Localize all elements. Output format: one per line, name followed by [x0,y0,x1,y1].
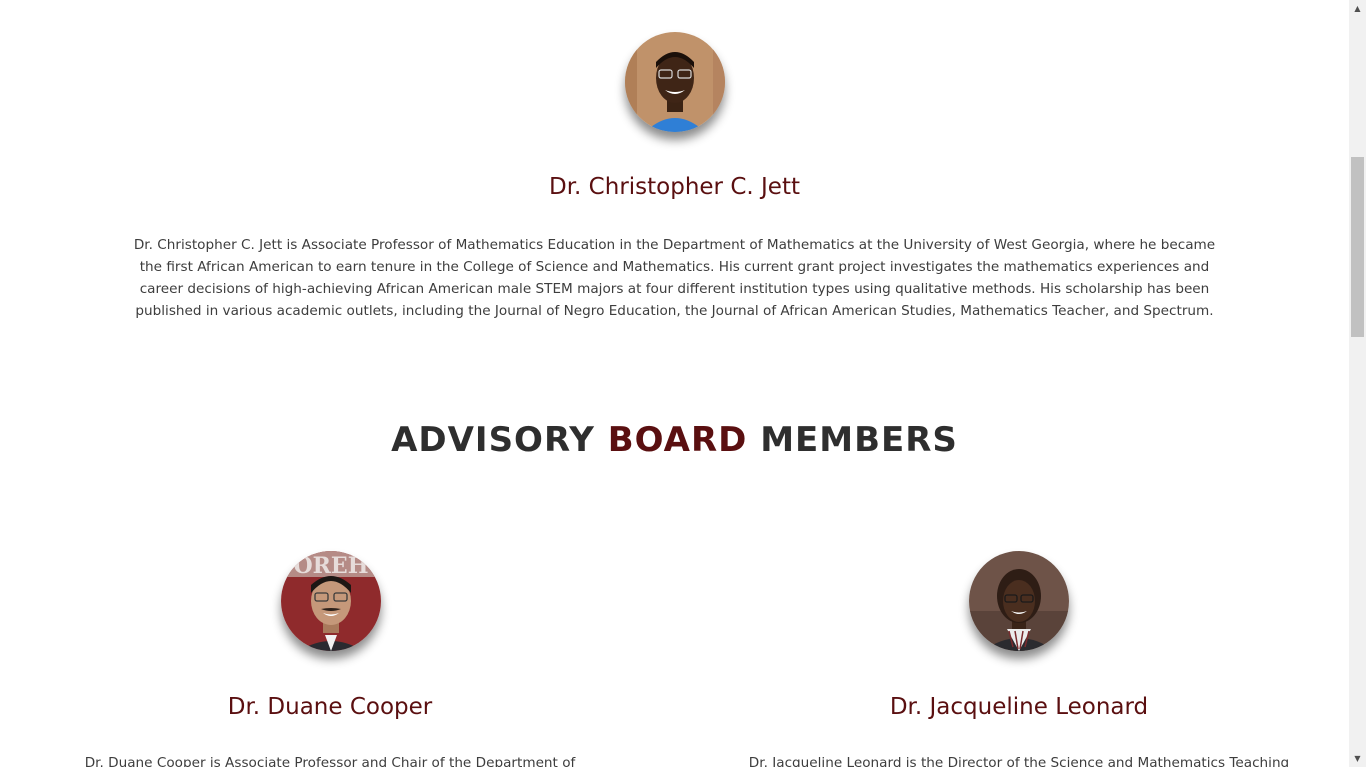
section-title-part1: ADVISORY [391,420,595,460]
page-content: Dr. Christopher C. Jett Dr. Christopher … [0,0,1349,767]
jett-avatar [625,32,725,132]
cooper-avatar: OREH [281,551,381,651]
section-title-part2: MEMBERS [760,420,958,460]
member-name: Dr. Duane Cooper [227,694,433,720]
featured-bio: Dr. Christopher C. Jett is Associate Pro… [133,237,1216,319]
leonard-photo [969,551,1069,651]
scroll-up-icon[interactable]: ▲ [1349,0,1366,17]
member-name: Dr. Jacqueline Leonard [889,694,1149,720]
featured-name: Dr. Christopher C. Jett [549,174,800,200]
scrollbar-thumb[interactable] [1351,157,1364,337]
cooper-photo-backdrop-lettering: OREH [293,553,368,579]
leonard-avatar [969,551,1069,651]
member-bio: Dr. Duane Cooper is Associate Professor … [84,755,576,767]
member-bio: Dr. Jacqueline Leonard is the Director o… [748,755,1290,767]
jett-photo [625,32,725,132]
cooper-photo: OREH [281,551,381,651]
scroll-down-icon[interactable]: ▼ [1349,750,1366,767]
section-title-accent: BOARD [607,420,748,460]
vertical-scrollbar[interactable]: ▲ ▼ [1349,0,1366,767]
section-title: ADVISORY BOARD MEMBERS [0,420,1349,460]
